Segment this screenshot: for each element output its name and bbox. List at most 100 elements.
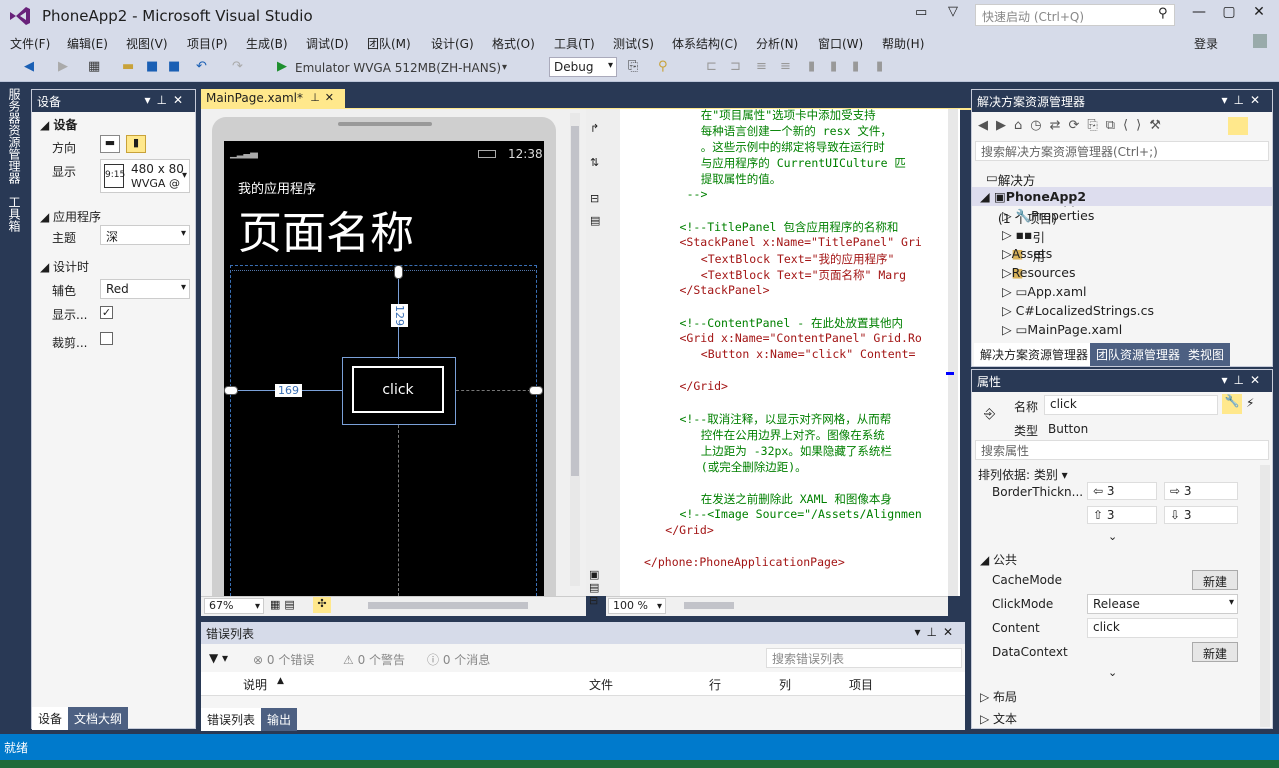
display-dropdown[interactable]: 9:15 480 x 80 WVGA @ ▾ — [100, 159, 190, 193]
quick-launch-input[interactable]: 快速启动 (Ctrl+Q) — [975, 4, 1175, 26]
code-line[interactable]: 。这些示例中的绑定将导致在运行时 — [701, 139, 885, 155]
menu-edit[interactable]: 编辑(E) — [67, 35, 108, 52]
swap-icon[interactable]: ↱ — [590, 122, 599, 135]
code-line[interactable]: </StackPanel> — [680, 283, 770, 297]
menu-project[interactable]: 项目(P) — [187, 35, 228, 52]
xaml-hscroll-thumb[interactable] — [684, 602, 734, 609]
undo-icon[interactable]: ↶ — [196, 59, 207, 74]
snap-icon[interactable]: ✣ — [313, 597, 331, 613]
tree-app-xaml[interactable]: ▷ ▭ App.xaml — [1002, 284, 1087, 299]
menu-debug[interactable]: 调试(D) — [306, 35, 349, 52]
events-icon[interactable]: ⚡ — [1246, 396, 1254, 410]
code-line[interactable]: 上边距为 -32px。如果隐藏了系统栏 — [701, 443, 892, 459]
menu-view[interactable]: 视图(V) — [126, 35, 168, 52]
content-input[interactable]: click — [1087, 618, 1238, 638]
section-layout[interactable]: ▷ 布局 — [980, 688, 1017, 705]
code-line[interactable]: <!--<Image Source="/Assets/Alignmen — [680, 507, 922, 521]
errors-filter[interactable]: ⊗ 0 个错误 — [253, 651, 314, 668]
uncomment-icon[interactable]: ≡ — [780, 59, 791, 74]
click-button-preview[interactable]: click — [352, 366, 444, 413]
pin-close-icons[interactable]: ⊥✕ — [310, 91, 339, 104]
tree-resources[interactable]: ▷ ■ Resources — [1002, 265, 1075, 280]
section-common[interactable]: ◢ 公共 — [980, 551, 1017, 568]
border-top-input[interactable]: ⇧ 3 — [1087, 506, 1157, 524]
split-vertical-icon[interactable]: ▤ — [590, 214, 600, 227]
menu-file[interactable]: 文件(F) — [10, 35, 50, 52]
sign-in-link[interactable]: 登录 — [1194, 35, 1218, 52]
properties-vscroll[interactable] — [1260, 465, 1270, 727]
server-explorer-tab[interactable]: 服务器资源管理器 — [6, 88, 23, 184]
close-button[interactable]: ✕ — [1244, 4, 1274, 20]
tab-output[interactable]: 输出 — [261, 708, 298, 731]
code-line[interactable]: <StackPanel x:Name="TitlePanel" Gri — [680, 235, 922, 249]
section-text[interactable]: ▷ 文本 — [980, 710, 1017, 727]
anchor-top-icon[interactable] — [394, 265, 403, 279]
panel-pin-close-icons[interactable]: ▾⊥✕ — [1221, 373, 1266, 387]
solution-search-input[interactable]: 搜索解决方案资源管理器(Ctrl+;) — [975, 141, 1269, 161]
menu-build[interactable]: 生成(B) — [246, 35, 288, 52]
section-design[interactable]: ◢ 设计时 — [40, 258, 89, 275]
panel-pin-close-icons[interactable]: ▾⊥✕ — [914, 625, 959, 639]
bookmark-prev-icon[interactable]: ▮ — [830, 59, 837, 74]
border-bottom-input[interactable]: ⇩ 3 — [1164, 506, 1238, 524]
code-line[interactable]: <!--取消注释，以显示对齐网格，从而帮 — [680, 411, 892, 427]
document-tab-mainpage[interactable]: MainPage.xaml* ⊥✕ — [201, 89, 345, 109]
minimize-button[interactable]: — — [1184, 4, 1214, 20]
split-horizontal-icon[interactable]: ⊟ — [590, 192, 599, 205]
panel-pin-close-icons[interactable]: ▾⊥✕ — [144, 93, 189, 107]
bookmark-icon[interactable]: ▮ — [808, 59, 815, 74]
anchor-left-icon[interactable] — [224, 386, 238, 395]
xaml-vscroll[interactable] — [948, 109, 958, 596]
feedback-icon[interactable]: ▭ — [915, 5, 927, 20]
panel-pin-close-icons[interactable]: ▾⊥✕ — [1221, 93, 1266, 107]
border-right-input[interactable]: ⇨ 3 — [1164, 482, 1238, 500]
bookmark-next-icon[interactable]: ▮ — [852, 59, 859, 74]
code-line[interactable]: (或完全删除边距)。 — [701, 459, 807, 475]
code-line[interactable]: 提取属性的值。 — [701, 171, 782, 187]
save-icon[interactable]: ■ — [146, 59, 158, 74]
tab-team-explorer[interactable]: 团队资源管理器 — [1090, 343, 1187, 366]
align-center-icon[interactable]: ⊐ — [730, 59, 741, 74]
content-panel-grid[interactable] — [230, 265, 537, 596]
theme-dropdown[interactable]: 深 — [100, 225, 190, 245]
portrait-icon[interactable]: ▮ — [126, 135, 146, 153]
name-input[interactable]: click — [1044, 395, 1218, 415]
account-icon[interactable] — [1253, 34, 1267, 48]
tree-references[interactable]: ▷ ▪▪ 引用 — [1002, 227, 1045, 264]
filter-icon[interactable]: ▼ ▾ — [209, 651, 228, 665]
column-line[interactable]: 行 — [709, 676, 721, 693]
expand-chevron-icon[interactable]: ⌄ — [1108, 530, 1117, 543]
messages-filter[interactable]: ⓘ 0 个消息 — [427, 651, 490, 668]
config-dropdown[interactable]: Debug ▾ — [549, 57, 617, 77]
back-icon[interactable]: ◀ — [24, 59, 34, 74]
grid-toggle-icons[interactable]: ▦▤ — [270, 598, 299, 611]
designer-vscroll-thumb[interactable] — [571, 126, 579, 476]
filter-icon[interactable]: ▽ — [948, 4, 958, 19]
menu-test[interactable]: 测试(S) — [613, 35, 654, 52]
column-file[interactable]: 文件 — [589, 676, 613, 693]
wrench-icon[interactable]: 🔧 — [1222, 394, 1242, 414]
align-left-icon[interactable]: ⊏ — [706, 59, 717, 74]
code-line[interactable]: </Grid> — [665, 523, 713, 537]
redo-icon[interactable]: ↷ — [232, 59, 243, 74]
maximize-button[interactable]: ▢ — [1214, 4, 1244, 20]
run-target-dropdown-icon[interactable]: ▾ — [502, 62, 507, 73]
code-line[interactable]: <Grid x:Name="ContentPanel" Grid.Ro — [680, 331, 922, 345]
tree-properties[interactable]: ▷ 🔧 Properties — [1002, 208, 1094, 224]
code-line[interactable]: </phone:PhoneApplicationPage> — [644, 555, 845, 569]
solution-node[interactable]: ▭ 解决方案"PhoneApp2"(1 个项目) — [986, 170, 1093, 226]
start-debug-icon[interactable]: ▶ — [277, 59, 287, 74]
designer-hscroll-thumb[interactable] — [368, 602, 528, 609]
code-line[interactable]: --> — [687, 187, 708, 201]
column-col[interactable]: 列 — [779, 676, 791, 693]
save-all-icon[interactable]: ■ — [168, 59, 180, 74]
tab-class-view[interactable]: 类视图 — [1182, 343, 1231, 366]
code-line[interactable]: <!--ContentPanel - 在此处放置其他内 — [680, 315, 904, 331]
attach-icon[interactable]: ⎘ — [628, 59, 638, 74]
menu-design[interactable]: 设计(G) — [431, 35, 474, 52]
open-file-icon[interactable]: ▬ — [122, 59, 134, 74]
code-line[interactable]: 与应用程序的 CurrentUICulture 匹 — [701, 155, 906, 171]
show-checkbox[interactable]: ✓ — [100, 306, 113, 319]
code-line[interactable]: 每种语言创建一个新的 resx 文件， — [701, 123, 892, 139]
accent-dropdown[interactable]: Red — [100, 279, 190, 299]
